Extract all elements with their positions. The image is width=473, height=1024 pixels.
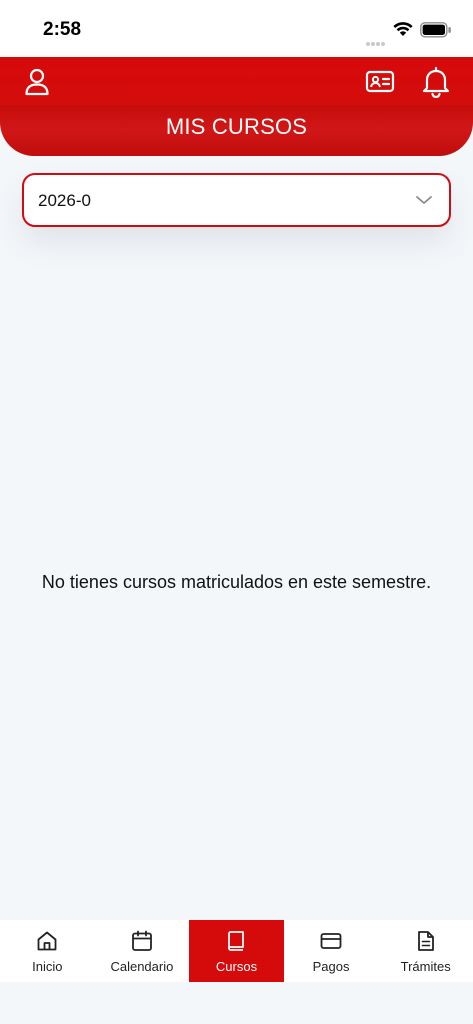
nav-label: Pagos bbox=[312, 959, 350, 974]
app-header: MIS CURSOS bbox=[0, 57, 473, 156]
semester-select-value: 2026-0 bbox=[38, 191, 91, 210]
nav-item-tramites[interactable]: Trámites bbox=[378, 920, 473, 982]
home-icon bbox=[37, 931, 57, 951]
book-icon bbox=[228, 931, 245, 951]
profile-icon[interactable] bbox=[22, 66, 52, 96]
nav-label: Cursos bbox=[215, 959, 258, 974]
empty-state-message: No tienes cursos matriculados en este se… bbox=[41, 572, 432, 592]
page-title: MIS CURSOS bbox=[165, 114, 308, 139]
nav-item-pagos[interactable]: Pagos bbox=[284, 920, 379, 982]
wifi-icon bbox=[393, 22, 413, 36]
nav-label: Trámites bbox=[400, 959, 451, 974]
status-bar: 2:58 bbox=[0, 0, 473, 57]
calendar-icon bbox=[131, 930, 152, 951]
bottom-safe-area bbox=[0, 982, 473, 1024]
id-card-icon[interactable] bbox=[364, 67, 396, 95]
chevron-down-icon bbox=[416, 196, 432, 204]
status-time: 2:58 bbox=[43, 19, 82, 40]
bottom-nav: Inicio Calendario Cursos Pagos Trámites bbox=[0, 920, 473, 982]
notification-bell-icon[interactable] bbox=[421, 66, 451, 98]
nav-item-inicio[interactable]: Inicio bbox=[0, 920, 95, 982]
nav-label: Calendario bbox=[110, 959, 174, 974]
document-icon bbox=[417, 931, 434, 951]
credit-card-icon bbox=[320, 933, 342, 949]
nav-item-cursos[interactable]: Cursos bbox=[189, 920, 284, 982]
cellular-signal-icon bbox=[366, 33, 386, 51]
semester-select[interactable]: 2026-0 bbox=[22, 173, 451, 227]
nav-item-calendario[interactable]: Calendario bbox=[95, 920, 190, 982]
nav-label: Inicio bbox=[32, 959, 63, 974]
battery-icon bbox=[420, 22, 451, 38]
